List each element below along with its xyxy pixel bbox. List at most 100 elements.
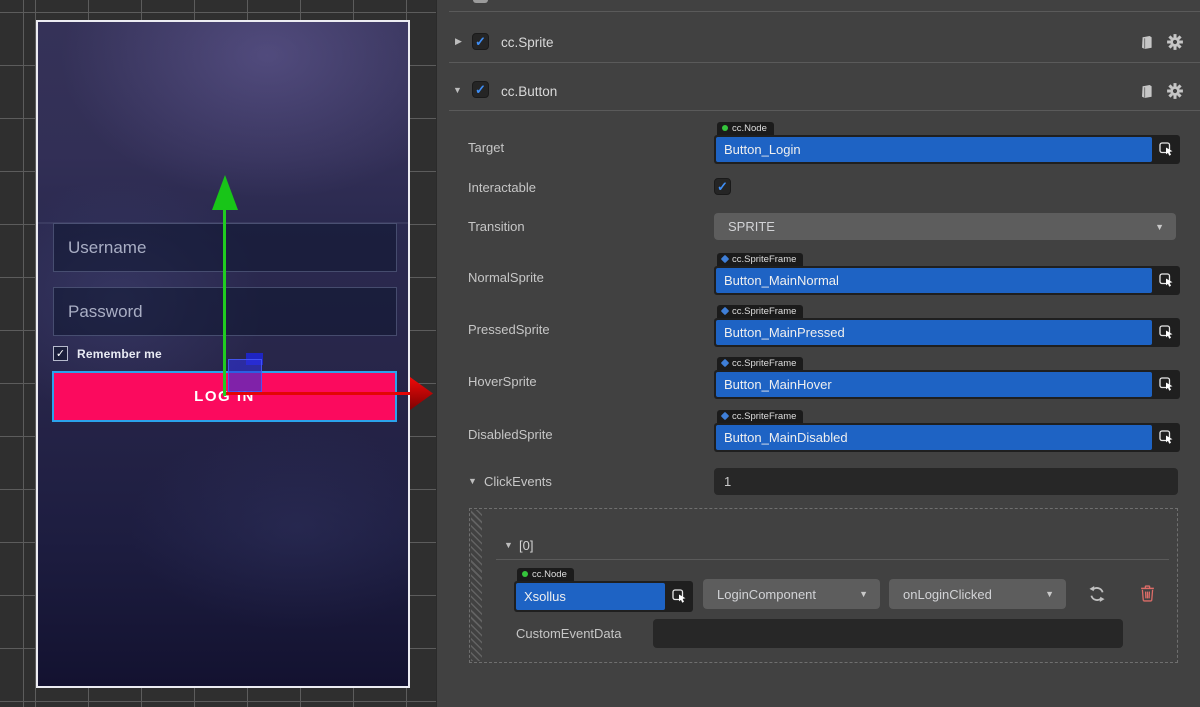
help-docs-icon[interactable] [1137,82,1155,100]
type-badge-label: cc.Node [732,123,767,134]
target-label: Target [468,140,504,155]
gizmo-x-axis-arrow[interactable] [410,377,433,410]
asset-picker-icon[interactable] [1154,372,1178,397]
node-picker-icon[interactable] [1154,137,1178,162]
separator [496,559,1169,560]
sprite-enabled-checkbox[interactable]: ✓ [472,33,489,50]
click-events-count-input[interactable]: 1 [714,468,1178,495]
separator [449,62,1200,63]
type-badge-label: cc.SpriteFrame [732,358,796,369]
pressed-sprite-field[interactable]: Button_MainPressed [714,318,1180,347]
pressed-sprite-group: cc.SpriteFrame Button_MainPressed [714,302,1180,347]
help-docs-icon[interactable] [1137,33,1155,51]
event-node-group: cc.Node Xsollus [514,565,693,612]
gizmo-y-axis-line [223,207,226,396]
node-type-dot-icon [522,571,528,577]
node-picker-icon[interactable] [667,583,691,610]
event-component-dropdown[interactable]: LoginComponent ▼ [703,579,880,609]
expand-arrow-icon[interactable]: ▶ [455,36,462,47]
check-icon: ✓ [475,82,486,98]
disabled-sprite-field[interactable]: Button_MainDisabled [714,423,1180,452]
interactable-label: Interactable [468,180,536,195]
asset-picker-icon[interactable] [1154,425,1178,450]
transition-value: SPRITE [728,219,775,234]
dropdown-arrow-icon: ▼ [1155,222,1164,232]
settings-gear-icon[interactable] [1166,33,1184,51]
refresh-icon[interactable] [1086,583,1108,605]
collapse-arrow-icon[interactable]: ▼ [453,85,462,95]
click-events-label: ClickEvents [484,474,552,489]
interactable-checkbox[interactable]: ✓ [714,178,731,195]
event-handler-dropdown[interactable]: onLoginClicked ▼ [889,579,1066,609]
spriteframe-type-dot-icon [721,412,729,420]
gizmo-move-handle[interactable] [228,359,262,392]
disabled-sprite-label: DisabledSprite [468,427,553,442]
check-icon: ✓ [717,179,728,195]
hover-sprite-label: HoverSprite [468,374,537,389]
type-badge: cc.SpriteFrame [717,253,803,266]
node-type-dot-icon [722,125,728,131]
dropdown-arrow-icon: ▼ [859,589,868,599]
transition-label: Transition [468,219,525,234]
remember-me-label: Remember me [77,347,162,361]
type-badge: cc.SpriteFrame [717,357,803,370]
type-badge-label: cc.SpriteFrame [732,411,796,422]
check-icon: ✓ [475,34,486,50]
collapse-arrow-icon[interactable]: ▼ [504,540,513,550]
scene-grid-background: Username Password ✓ Remember me LOG IN [0,0,436,707]
disabled-sprite-group: cc.SpriteFrame Button_MainDisabled [714,407,1180,452]
type-badge: cc.Node [717,122,774,135]
gizmo-y-axis-arrow[interactable] [212,175,238,210]
type-badge: cc.SpriteFrame [717,410,803,423]
event-handler-value: onLoginClicked [903,587,992,602]
username-placeholder: Username [68,238,146,258]
normal-sprite-field[interactable]: Button_MainNormal [714,266,1180,295]
sprite-component-title: cc.Sprite [501,35,554,50]
target-value[interactable]: Button_Login [716,137,1152,162]
pressed-sprite-value[interactable]: Button_MainPressed [716,320,1152,345]
dropdown-arrow-icon: ▼ [1045,589,1054,599]
asset-picker-icon[interactable] [1154,268,1178,293]
transition-dropdown[interactable]: SPRITE ▼ [714,213,1176,240]
delete-event-trash-icon[interactable] [1138,582,1156,604]
inspector-panel: ▶ ✓ cc.Sprite ▼ ✓ cc.Button Target cc.No… [436,0,1200,707]
button-component-title: cc.Button [501,84,557,99]
disabled-sprite-value[interactable]: Button_MainDisabled [716,425,1152,450]
separator [449,110,1200,111]
remember-check-icon: ✓ [56,347,65,360]
type-badge: cc.SpriteFrame [717,305,803,318]
hover-sprite-field[interactable]: Button_MainHover [714,370,1180,399]
gizmo-x-axis-line [226,392,411,395]
hatch-stripe-decoration [471,510,482,661]
target-field-group: cc.Node Button_Login [714,119,1180,164]
custom-event-data-label: CustomEventData [516,626,622,641]
type-badge-label: cc.Node [532,569,567,580]
spriteframe-type-dot-icon [721,255,729,263]
clipped-component-edge [473,0,488,3]
event-node-field[interactable]: Xsollus [514,581,693,612]
hover-sprite-group: cc.SpriteFrame Button_MainHover [714,354,1180,399]
separator [449,11,1200,12]
normal-sprite-value[interactable]: Button_MainNormal [716,268,1152,293]
click-events-count: 1 [724,474,731,489]
remember-me-checkbox[interactable]: ✓ [53,346,68,361]
spriteframe-type-dot-icon [721,359,729,367]
pressed-sprite-label: PressedSprite [468,322,550,337]
type-badge-label: cc.SpriteFrame [732,306,796,317]
spriteframe-type-dot-icon [721,307,729,315]
asset-picker-icon[interactable] [1154,320,1178,345]
normal-sprite-group: cc.SpriteFrame Button_MainNormal [714,250,1180,295]
event-index-label: [0] [519,538,533,553]
hover-sprite-value[interactable]: Button_MainHover [716,372,1152,397]
event-node-value[interactable]: Xsollus [516,583,665,610]
settings-gear-icon[interactable] [1166,82,1184,100]
password-placeholder: Password [68,302,143,322]
event-component-value: LoginComponent [717,587,816,602]
normal-sprite-label: NormalSprite [468,270,544,285]
button-enabled-checkbox[interactable]: ✓ [472,81,489,98]
collapse-arrow-icon[interactable]: ▼ [468,476,477,486]
custom-event-data-input[interactable] [653,619,1123,648]
target-object-field[interactable]: Button_Login [714,135,1180,164]
type-badge-label: cc.SpriteFrame [732,254,796,265]
type-badge: cc.Node [517,568,574,581]
